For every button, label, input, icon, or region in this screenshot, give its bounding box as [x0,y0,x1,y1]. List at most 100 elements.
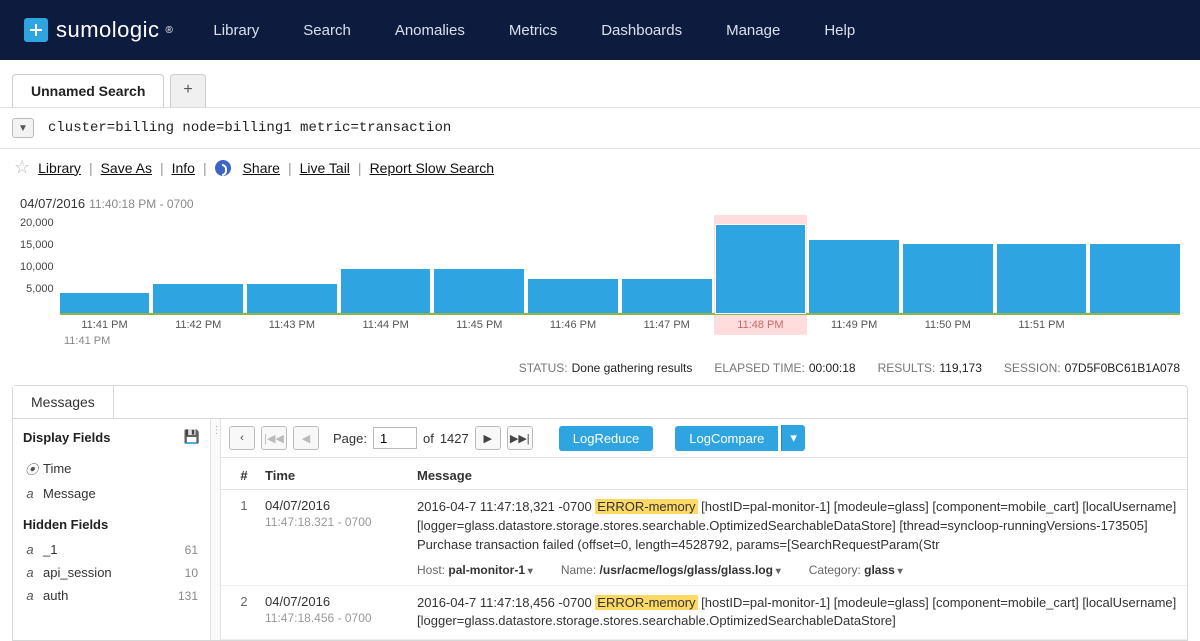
histogram-bar[interactable] [341,269,431,313]
x-tick-label: 11:41 PM [60,319,150,331]
pager-first-button[interactable]: |◀◀ [261,426,287,450]
hidden-fields-heading: Hidden Fields [23,517,200,532]
action-share[interactable]: Share [243,160,280,176]
pager-prev-button[interactable]: ◀ [293,426,319,450]
page-label: Page: [333,431,367,446]
query-bar: ▼ [0,107,1200,149]
hidden-field-api-session[interactable]: a api_session 10 [23,561,200,584]
clock-icon: ⦿ [25,459,35,478]
histogram-bar[interactable] [809,240,899,314]
text-type-icon: a [25,588,35,603]
histogram-bar[interactable] [716,225,806,313]
x-tick-label: 11:46 PM [528,319,618,331]
x-tick-label: 11:43 PM [247,319,337,331]
tab-add-button[interactable]: + [170,74,205,107]
histogram-bar[interactable] [997,244,1087,313]
action-live-tail[interactable]: Live Tail [300,160,350,176]
action-library[interactable]: Library [38,160,81,176]
hidden-field-auth[interactable]: a auth 131 [23,584,200,607]
logcompare-dropdown-button[interactable]: ▾ [781,425,805,451]
histogram-bar[interactable] [153,284,243,313]
page-of: of [423,431,434,446]
nav-help[interactable]: Help [824,22,855,39]
text-type-icon: a [25,486,35,501]
status-line: STATUS:Done gathering results ELAPSED TI… [0,351,1200,385]
save-fields-icon[interactable]: 💾 [184,429,200,445]
text-type-icon: a [25,542,35,557]
logcompare-button[interactable]: LogCompare [675,426,778,451]
histogram-zone: 04/07/201611:40:18 PM - 0700 20,000 15,0… [0,186,1200,351]
page-input[interactable] [373,427,417,449]
x-tick-label: 11:48 PM [716,319,806,331]
registered-icon: ® [166,25,174,36]
meta-host-dropdown[interactable]: pal-monitor-1 [448,563,532,577]
histogram-bars[interactable] [60,215,1180,315]
meta-name-dropdown[interactable]: /usr/acme/logs/glass/glass.log [600,563,781,577]
results-grid-header: # Time Message [221,458,1187,490]
brand-text: sumologic [56,17,160,43]
favorite-star-icon[interactable]: ☆ [14,157,30,178]
collapse-query-button[interactable]: ▼ [12,118,34,138]
x-tick-label: 11:50 PM [903,319,993,331]
page-total: 1427 [440,431,469,446]
pager-last-button[interactable]: ▶▶| [507,426,533,450]
pager: ‹ |◀◀ ◀ Page: of 1427 ▶ ▶▶| LogReduce Lo… [221,419,1187,458]
histogram-bar[interactable] [1090,244,1180,313]
logreduce-button[interactable]: LogReduce [559,426,654,451]
col-head-index: # [229,468,259,483]
chart-x-axis: 11:41 PM11:42 PM 11:43 PM 11:44 PM11:45 PM… [60,319,1180,331]
histogram-bar[interactable] [247,284,337,313]
top-nav: sumologic ® Library Search Anomalies Metr… [0,0,1200,60]
histogram-bar[interactable] [622,279,712,313]
logo-mark-icon [24,18,48,42]
x-tick-label: 11:42 PM [153,319,243,331]
sidebar-drag-handle[interactable]: ⋮ [211,419,221,640]
nav-library[interactable]: Library [213,22,259,39]
nav-manage[interactable]: Manage [726,22,780,39]
x-tick-label: 11:51 PM [997,319,1087,331]
display-field-time[interactable]: ⦿ Time [23,455,200,482]
query-input[interactable] [46,114,1188,142]
chart-cursor-time: 11:41 PM [64,335,1180,347]
result-row[interactable]: 1 04/07/2016 11:47:18.321 - 0700 2016-04… [221,490,1187,586]
x-tick-label: 11:49 PM [809,319,899,331]
histogram-bar[interactable] [903,244,993,313]
tab-messages[interactable]: Messages [13,386,114,418]
display-field-message[interactable]: a Message [23,482,200,505]
histogram-bar[interactable] [434,269,524,313]
highlight-error: ERROR-memory [595,499,697,514]
nav-dashboards[interactable]: Dashboards [601,22,682,39]
fields-sidebar: Display Fields 💾 ⦿ Time a Message Hidden… [13,419,211,640]
search-tabs-row: Unnamed Search + [0,60,1200,107]
nav-anomalies[interactable]: Anomalies [395,22,465,39]
action-info[interactable]: Info [172,160,195,176]
hidden-field-underscore1[interactable]: a _1 61 [23,538,200,561]
search-actions: ☆ Library| Save As| Info| Share| Live Ta… [0,149,1200,186]
pager-next-button[interactable]: ▶ [475,426,501,450]
chart-date-label: 04/07/201611:40:18 PM - 0700 [20,196,1180,211]
col-head-time: Time [259,468,413,483]
chart-y-axis: 20,000 15,000 10,000 5,000 [20,215,60,315]
nav-search[interactable]: Search [303,22,351,39]
top-nav-links: Library Search Anomalies Metrics Dashboa… [213,22,855,39]
action-report-slow[interactable]: Report Slow Search [370,160,495,176]
x-tick-label: 11:47 PM [622,319,712,331]
messages-panel: Messages Display Fields 💾 ⦿ Time a Messa… [12,385,1188,641]
meta-category-dropdown[interactable]: glass [864,563,903,577]
nav-metrics[interactable]: Metrics [509,22,557,39]
x-tick-label: 11:44 PM [341,319,431,331]
result-row[interactable]: 2 04/07/2016 11:47:18.456 - 0700 2016-04… [221,586,1187,641]
share-icon [215,160,231,176]
text-type-icon: a [25,565,35,580]
tab-unnamed-search[interactable]: Unnamed Search [12,74,164,107]
brand-logo: sumologic ® [24,17,173,43]
histogram-bar[interactable] [528,279,618,313]
pager-collapse-button[interactable]: ‹ [229,426,255,450]
x-tick-label: 11:45 PM [434,319,524,331]
col-head-message: Message [413,468,1179,483]
action-save-as[interactable]: Save As [101,160,152,176]
display-fields-heading: Display Fields [23,430,110,445]
results-area: ‹ |◀◀ ◀ Page: of 1427 ▶ ▶▶| LogReduce Lo… [221,419,1187,640]
x-tick-label [1090,319,1180,331]
histogram-bar[interactable] [60,293,150,313]
